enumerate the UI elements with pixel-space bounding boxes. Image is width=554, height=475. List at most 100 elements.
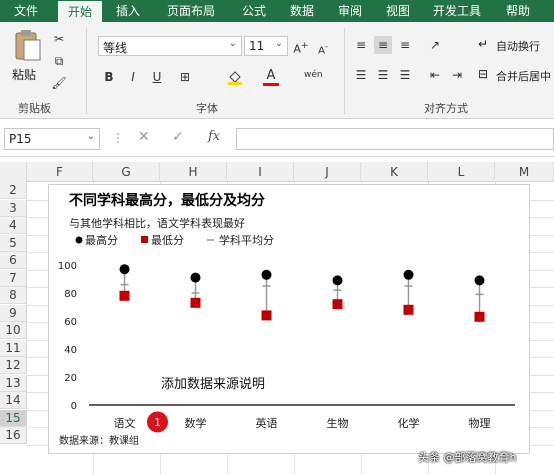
align-top-icon[interactable]: ≡: [352, 36, 370, 54]
min-marker: [403, 304, 414, 315]
align-bottom-icon[interactable]: ≡: [396, 36, 414, 54]
row-header[interactable]: 3: [0, 199, 27, 217]
max-marker: [332, 275, 343, 286]
tab-review[interactable]: 审阅: [330, 0, 370, 22]
shrink-font-icon[interactable]: A-: [314, 37, 332, 56]
row-header[interactable]: 8: [0, 287, 27, 304]
chart-source-note: 数据来源：教课组: [59, 434, 139, 447]
align-right-icon[interactable]: ☰: [396, 66, 414, 84]
fill-color-icon[interactable]: [226, 68, 244, 86]
row-header[interactable]: 9: [0, 304, 27, 322]
orientation-icon[interactable]: ↗: [426, 36, 444, 54]
tab-data[interactable]: 数据: [282, 0, 322, 22]
cancel-entry-button[interactable]: ✕: [138, 129, 150, 145]
align-middle-icon[interactable]: ≡: [374, 36, 392, 54]
watermark-text: 头条 @部落窝教育h: [418, 451, 517, 464]
align-left-icon[interactable]: ☰: [352, 66, 370, 84]
max-marker: [119, 264, 130, 275]
merge-center-button[interactable]: ⊟ 合并后居中: [478, 66, 554, 86]
bold-button[interactable]: B: [100, 68, 118, 86]
y-tick-label: 0: [71, 401, 77, 412]
row-header[interactable]: 6: [0, 252, 27, 269]
tab-insert[interactable]: 插入: [108, 0, 148, 22]
y-tick-label: 20: [64, 373, 77, 384]
font-group-label: 字体: [196, 102, 218, 115]
font-color-icon[interactable]: A: [262, 66, 280, 86]
column-header[interactable]: I: [227, 162, 294, 182]
name-box[interactable]: P15 ⌄: [4, 128, 100, 150]
legend-label-max: 最高分: [85, 233, 118, 247]
row-header[interactable]: 16: [0, 427, 27, 444]
wrap-text-label: 自动换行: [496, 40, 540, 53]
tab-page-layout[interactable]: 页面布局: [158, 0, 224, 22]
borders-icon[interactable]: ⊞: [176, 68, 194, 86]
indent-decrease-icon[interactable]: ⇤: [426, 66, 444, 84]
x-tick-label: 语文: [114, 416, 136, 430]
more-options-icon: ⋮: [112, 131, 124, 145]
y-tick-label: 40: [64, 345, 77, 356]
chart-area[interactable]: 不同学科最高分，最低分及均分 与其他学科相比，语文学科表现最好 最高分 最低分 …: [48, 184, 530, 454]
tab-file[interactable]: 文件: [6, 0, 46, 22]
underline-button[interactable]: U: [148, 68, 166, 86]
min-marker: [119, 290, 130, 301]
copy-icon[interactable]: ⧉: [50, 52, 68, 70]
ribbon-separator: [86, 28, 87, 114]
chart-legend: 最高分 最低分 学科平均分: [75, 233, 274, 247]
y-tick-label: 60: [64, 317, 77, 328]
max-marker: [403, 269, 414, 280]
tab-view[interactable]: 视图: [378, 0, 418, 22]
grow-font-icon[interactable]: A+: [292, 37, 310, 56]
row-header[interactable]: 10: [0, 322, 27, 339]
indent-increase-icon[interactable]: ⇥: [448, 66, 466, 84]
tab-help[interactable]: 帮助: [498, 0, 538, 22]
chart-annotation: 添加数据来源说明: [161, 377, 265, 392]
select-all-corner[interactable]: [0, 162, 27, 182]
font-color-bar: [263, 83, 279, 86]
row-header[interactable]: 4: [0, 217, 27, 234]
font-size-select[interactable]: 11 ⌄: [244, 36, 288, 56]
insert-function-button[interactable]: fx: [208, 129, 220, 144]
format-painter-icon[interactable]: 🖌: [50, 74, 68, 92]
row-header[interactable]: 15: [0, 409, 27, 427]
formula-input[interactable]: [236, 128, 554, 150]
legend-label-avg: 学科平均分: [219, 233, 274, 247]
row-header[interactable]: 5: [0, 234, 27, 252]
confirm-entry-button[interactable]: ✓: [172, 129, 184, 145]
column-header[interactable]: H: [160, 162, 227, 182]
row-header[interactable]: 7: [0, 269, 27, 287]
row-header[interactable]: 11: [0, 339, 27, 357]
align-center-icon[interactable]: ☰: [374, 66, 392, 84]
column-header[interactable]: F: [27, 162, 93, 182]
merge-center-icon: ⊟: [478, 67, 489, 81]
column-header[interactable]: G: [93, 162, 160, 182]
column-header[interactable]: J: [294, 162, 361, 182]
row-header[interactable]: 14: [0, 392, 27, 409]
min-marker: [474, 311, 485, 322]
phonetic-button[interactable]: wén: [304, 66, 323, 84]
step-badge-number: 1: [154, 416, 161, 429]
chevron-down-icon: ⌄: [86, 131, 95, 142]
row-header[interactable]: 2: [0, 182, 27, 199]
legend-marker-max: [75, 236, 83, 244]
row-header[interactable]: 12: [0, 357, 27, 374]
x-tick-label: 英语: [256, 416, 278, 430]
tab-home[interactable]: 开始: [58, 1, 102, 22]
column-header[interactable]: M: [495, 162, 554, 182]
wrap-text-button[interactable]: ↵ 自动换行: [478, 36, 554, 56]
tab-developer[interactable]: 开发工具: [424, 0, 490, 22]
font-name-select[interactable]: 等线 ⌄: [98, 36, 242, 56]
merge-center-label: 合并后居中: [496, 70, 551, 83]
column-header-bar: F G H I J K L M: [0, 162, 554, 182]
font-name-value: 等线: [103, 41, 128, 55]
clipboard-icon: [15, 30, 41, 61]
column-header[interactable]: L: [428, 162, 495, 182]
formula-bar: P15 ⌄ ⋮ ✕ ✓ fx: [0, 121, 554, 157]
ribbon: 粘贴 ✂ ⧉ 🖌 剪贴板 等线 ⌄ 11 ⌄ A+ A- B I U ⊞ A w…: [0, 22, 554, 119]
min-marker: [332, 299, 343, 310]
row-header[interactable]: 13: [0, 374, 27, 392]
paste-button[interactable]: 粘贴: [10, 28, 44, 86]
tab-formulas[interactable]: 公式: [234, 0, 274, 22]
cut-icon[interactable]: ✂: [50, 30, 68, 48]
column-header[interactable]: K: [361, 162, 428, 182]
italic-button[interactable]: I: [124, 68, 142, 86]
